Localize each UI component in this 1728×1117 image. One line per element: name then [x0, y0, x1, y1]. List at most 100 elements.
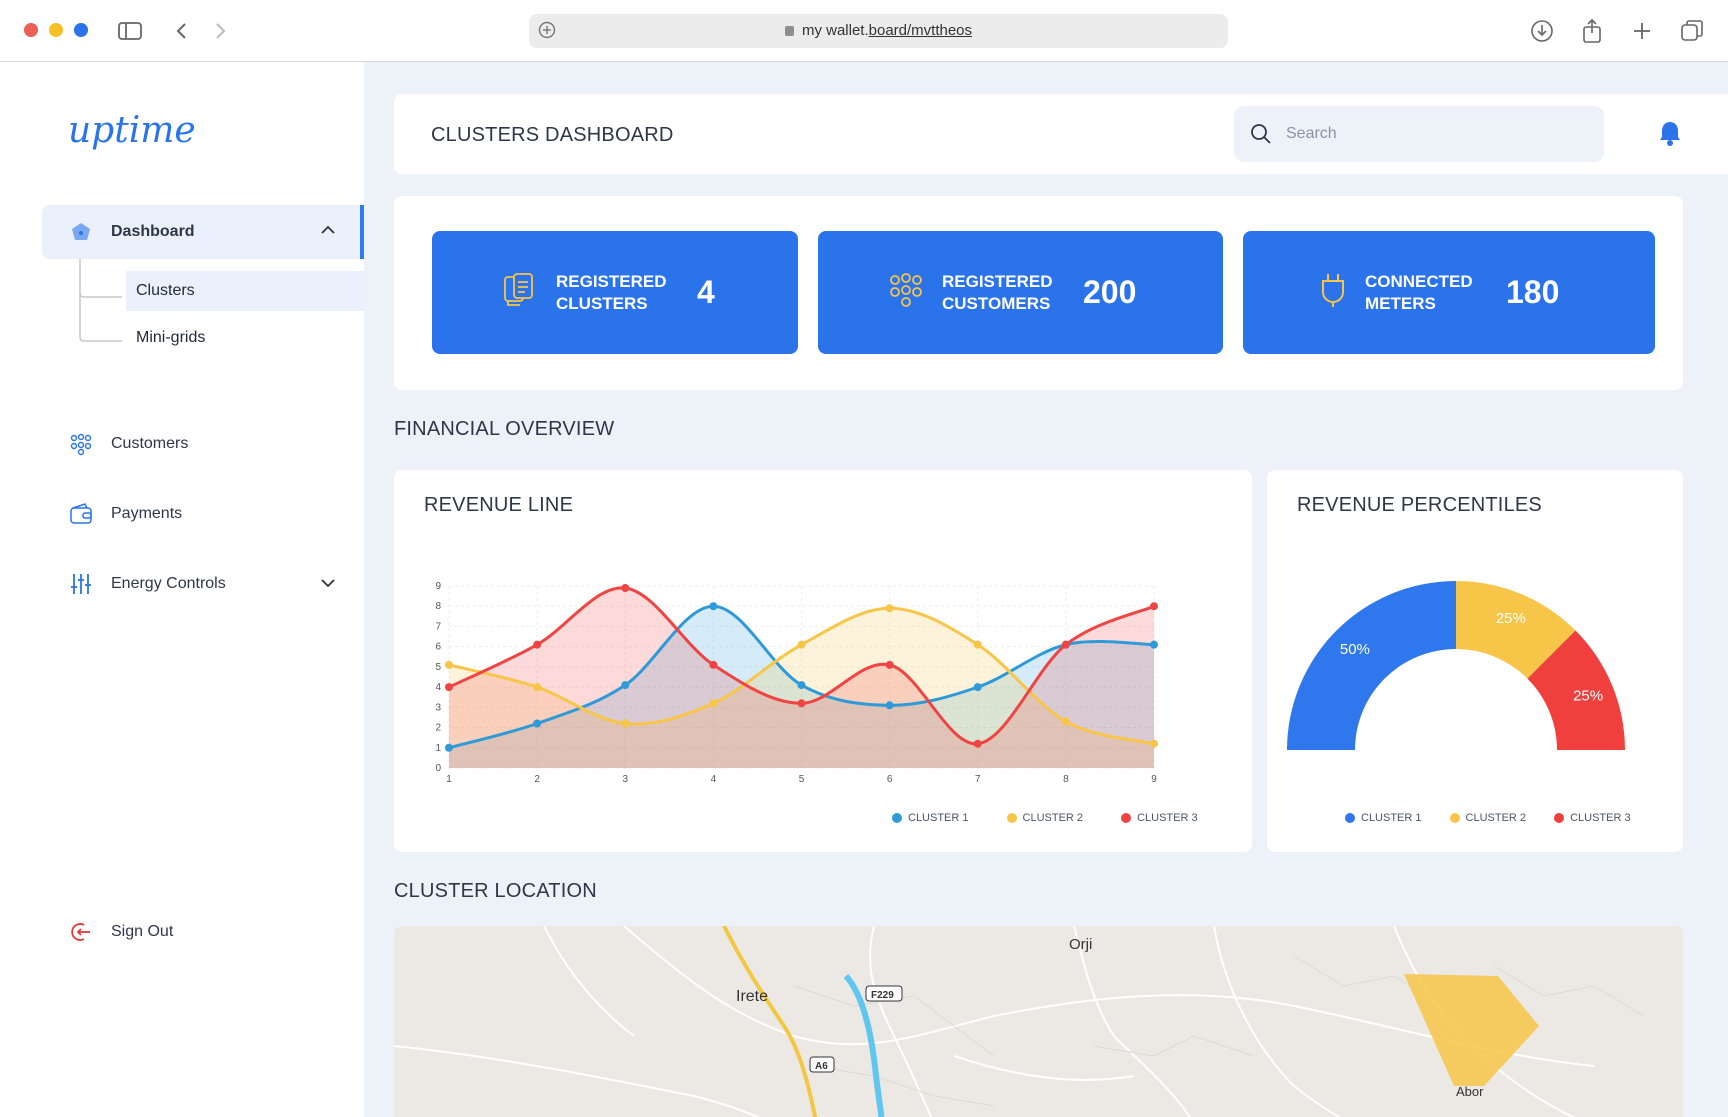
y-tick-label: 5 [435, 662, 441, 673]
data-point [445, 660, 453, 669]
y-tick-label: 7 [435, 621, 441, 632]
chevron-down-icon[interactable] [320, 575, 336, 593]
map-canvas[interactable]: Irete Orji F229 A6 Abor [394, 926, 1683, 1117]
legend-dot [1449, 813, 1460, 823]
minimize-window-button[interactable] [49, 23, 63, 37]
share-icon[interactable] [1577, 16, 1607, 46]
data-point [533, 719, 542, 728]
nav-energy-label: Energy Controls [111, 575, 226, 592]
x-tick-label: 2 [534, 774, 540, 785]
legend-label: CLUSTER 3 [1137, 812, 1198, 824]
wallet-icon [69, 502, 93, 526]
data-point [621, 681, 630, 690]
x-tick-label: 7 [975, 774, 981, 785]
data-point [1150, 739, 1158, 748]
notification-bell-icon[interactable] [1658, 120, 1682, 153]
revenue-line-card: REVENUE LINE 0123456789123456789 CLUSTER… [394, 470, 1252, 852]
map-label-orji: Orji [1069, 936, 1092, 953]
data-point [885, 604, 894, 613]
forward-icon[interactable] [206, 16, 236, 46]
y-tick-label: 4 [435, 682, 441, 693]
stat-label: REGISTERED CLUSTERS [556, 271, 667, 313]
data-point [1061, 717, 1070, 726]
tabs-overview-icon[interactable] [1677, 16, 1707, 46]
pie-slice-label: 25% [1573, 687, 1603, 704]
stat-label: CONNECTED METERS [1365, 271, 1473, 313]
legend-label: CLUSTER 3 [1570, 812, 1631, 824]
cluster-area[interactable] [1404, 974, 1539, 1086]
map-label-irete: Irete [736, 988, 768, 1005]
x-tick-label: 1 [446, 774, 452, 785]
cluster-location-map[interactable]: Irete Orji F229 A6 Abor [394, 926, 1683, 1117]
sidebar-toggle-icon[interactable] [115, 16, 145, 46]
nav-sign-out-label: Sign Out [111, 923, 174, 940]
address-bar[interactable]: my wallet.board/mvttheos [529, 14, 1228, 48]
stat-card-meters[interactable]: CONNECTED METERS 180 [1243, 231, 1655, 354]
sliders-icon [69, 572, 93, 596]
nav-sign-out[interactable]: Sign Out [42, 905, 364, 959]
revenue-percentiles-card: REVENUE PERCENTILES 50% 25% 25% CLUSTER 1C… [1267, 470, 1683, 852]
y-tick-label: 2 [435, 723, 441, 734]
search-icon [1250, 123, 1272, 150]
legend-dot [1121, 813, 1132, 823]
legend-item[interactable]: CLUSTER 1 [892, 812, 969, 824]
data-point [973, 683, 982, 692]
download-icon[interactable] [1527, 16, 1557, 46]
x-tick-label: 3 [622, 774, 628, 785]
legend-label: CLUSTER 1 [1361, 812, 1422, 824]
search-input[interactable] [1286, 120, 1576, 148]
legend-item[interactable]: CLUSTER 3 [1554, 812, 1631, 824]
data-point [621, 584, 630, 593]
sub-nav-minigrids[interactable]: Mini-grids [126, 318, 364, 358]
x-tick-label: 5 [799, 774, 805, 785]
y-tick-label: 8 [435, 601, 441, 612]
data-point [445, 743, 453, 752]
close-window-button[interactable] [24, 23, 38, 37]
cluster-location-heading: CLUSTER LOCATION [394, 880, 597, 902]
revenue-line-chart: 01234567891 2 3 4 5 6 7 8 9 [435, 581, 1158, 785]
legend-label: CLUSTER 2 [1022, 812, 1084, 824]
stat-card-customers[interactable]: REGISTERED CUSTOMERS 200 [818, 231, 1223, 354]
nav-dashboard[interactable]: Dashboard [42, 205, 364, 259]
data-point [533, 683, 542, 692]
clusters-icon [502, 272, 538, 313]
map-label-road-a6: A6 [815, 1061, 828, 1072]
legend-item[interactable]: CLUSTER 3 [1121, 812, 1198, 824]
data-point [797, 640, 806, 649]
customers-icon [69, 432, 93, 456]
legend-item[interactable]: CLUSTER 2 [1449, 812, 1527, 824]
legend-item[interactable]: CLUSTER 2 [1006, 812, 1084, 824]
stat-value: 4 [697, 274, 715, 310]
sidebar: uptime Dashboard Clusters Mini-grids Cus… [0, 62, 364, 1117]
legend-dot [1554, 813, 1565, 823]
x-tick-label: 8 [1063, 774, 1069, 785]
sub-nav-clusters[interactable]: Clusters [126, 271, 364, 311]
maximize-window-button[interactable] [74, 23, 88, 37]
new-tab-icon[interactable] [1627, 16, 1657, 46]
sign-out-icon [69, 920, 93, 944]
search-box[interactable] [1234, 106, 1604, 162]
revenue-percentiles-title: REVENUE PERCENTILES [1297, 494, 1542, 516]
submenu-tree-lines [79, 259, 122, 342]
nav-customers[interactable]: Customers [42, 417, 364, 471]
legend-item[interactable]: CLUSTER 1 [1345, 812, 1422, 824]
stat-card-clusters[interactable]: REGISTERED CLUSTERS 4 [432, 231, 798, 354]
data-point [533, 640, 542, 649]
nav-payments[interactable]: Payments [42, 487, 364, 541]
legend-label: CLUSTER 2 [1465, 812, 1527, 824]
revenue-percentiles-legend: CLUSTER 1 CLUSTER 2 CLUSTER 3 [1307, 812, 1631, 824]
data-point [1150, 640, 1158, 649]
revenue-line-title: REVENUE LINE [424, 494, 574, 516]
nav-energy-controls[interactable]: Energy Controls [42, 557, 364, 611]
data-point [445, 683, 453, 692]
legend-dot [892, 813, 902, 823]
data-point [797, 699, 806, 708]
data-point [973, 739, 982, 748]
back-icon[interactable] [166, 16, 196, 46]
customers-icon [888, 272, 924, 313]
chevron-up-icon[interactable] [320, 221, 336, 239]
uptime-logo[interactable]: uptime [68, 110, 228, 167]
url-path: board/mvttheos [868, 22, 973, 39]
x-tick-label: 4 [711, 774, 717, 785]
nav-dashboard-label: Dashboard [111, 223, 195, 240]
